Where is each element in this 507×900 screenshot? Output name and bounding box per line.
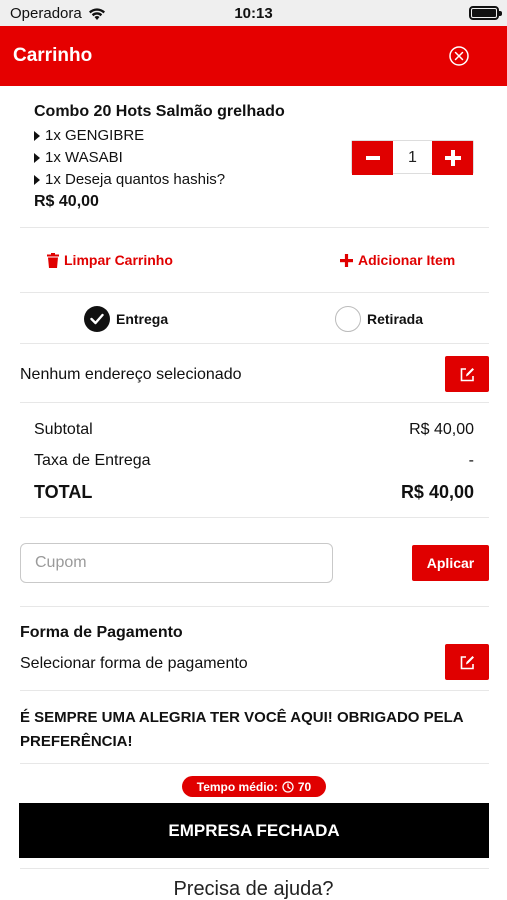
average-time-value: 70 [297, 779, 312, 794]
divider [20, 868, 489, 869]
payment-select-text[interactable]: Selecionar forma de pagamento [20, 655, 248, 673]
clock-icon [282, 780, 294, 793]
coupon-input[interactable] [20, 543, 333, 583]
caret-right-icon [34, 131, 40, 141]
add-item-button[interactable]: Adicionar Item [340, 252, 455, 268]
plus-icon [444, 150, 461, 166]
total-row: TOTAL R$ 40,00 [34, 482, 474, 503]
divider [20, 606, 489, 607]
average-time-badge: Tempo médio: 70 [182, 776, 326, 797]
minus-icon [365, 156, 380, 160]
divider [20, 292, 489, 293]
close-button[interactable] [449, 46, 469, 66]
edit-icon [460, 367, 474, 381]
trash-icon [47, 252, 59, 268]
cart-item: Combo 20 Hots Salmão grelhado 1x GENGIBR… [34, 102, 334, 211]
add-item-label: Adicionar Item [358, 252, 456, 268]
divider [20, 690, 489, 691]
clear-cart-label: Limpar Carrinho [64, 252, 173, 268]
payment-title: Forma de Pagamento [20, 624, 183, 641]
clear-cart-button[interactable]: Limpar Carrinho [47, 252, 173, 268]
quantity-stepper: 1 [351, 140, 474, 175]
edit-icon [460, 655, 474, 669]
battery-icon [469, 6, 502, 20]
increase-button[interactable] [432, 141, 473, 175]
delivery-fee-row: Taxa de Entrega - [34, 452, 474, 470]
divider [20, 763, 489, 764]
item-option: 1x WASABI [34, 147, 334, 169]
edit-address-button[interactable] [445, 356, 489, 392]
item-price: R$ 40,00 [34, 193, 99, 210]
radio-empty-icon [335, 306, 361, 332]
divider [20, 517, 489, 518]
status-time: 10:13 [234, 5, 273, 22]
status-bar: Operadora 10:13 [0, 0, 507, 26]
divider [20, 343, 489, 344]
subtotal-label: Subtotal [34, 421, 93, 438]
apply-coupon-button[interactable]: Aplicar [412, 545, 489, 581]
welcome-message: É SEMPRE UMA ALEGRIA TER VOCÊ AQUI! OBRI… [20, 709, 464, 750]
caret-right-icon [34, 153, 40, 163]
delivery-label: Entrega [116, 311, 169, 327]
header: Carrinho [0, 26, 507, 86]
delivery-fee-value: - [468, 452, 474, 469]
subtotal-row: Subtotal R$ 40,00 [34, 421, 474, 439]
total-label: TOTAL [34, 482, 93, 502]
close-circle-icon [449, 46, 469, 66]
quantity-value: 1 [393, 141, 432, 173]
help-link[interactable]: Precisa de ajuda? [0, 878, 507, 900]
item-option: 1x GENGIBRE [34, 125, 334, 147]
store-closed-button[interactable]: EMPRESA FECHADA [19, 803, 489, 858]
address-text: Nenhum endereço selecionado [20, 366, 242, 383]
page-title: Carrinho [13, 45, 93, 66]
item-option: 1x Deseja quantos hashis? [34, 169, 334, 191]
item-name: Combo 20 Hots Salmão grelhado [34, 103, 285, 120]
decrease-button[interactable] [352, 141, 393, 175]
average-time-label: Tempo médio: [196, 779, 278, 794]
delivery-option[interactable]: Entrega [84, 306, 168, 332]
plus-icon [340, 253, 353, 267]
check-circle-icon [84, 306, 110, 332]
pickup-option[interactable]: Retirada [335, 306, 423, 332]
pickup-label: Retirada [367, 311, 424, 327]
divider [20, 402, 489, 403]
delivery-fee-label: Taxa de Entrega [34, 452, 151, 469]
edit-payment-button[interactable] [445, 644, 489, 680]
divider [20, 227, 489, 228]
total-value: R$ 40,00 [400, 482, 474, 502]
subtotal-value: R$ 40,00 [409, 421, 474, 438]
caret-right-icon [34, 175, 40, 185]
